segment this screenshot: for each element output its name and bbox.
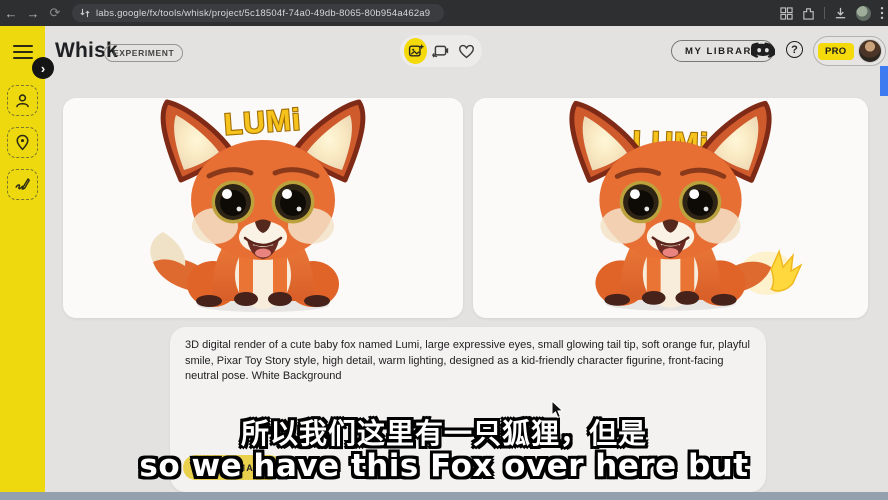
image-label-lumi: LUMi xyxy=(223,103,302,141)
user-avatar[interactable] xyxy=(858,39,882,63)
image-mode-button[interactable] xyxy=(404,38,427,64)
site-settings-icon[interactable] xyxy=(80,8,90,18)
bottom-strip xyxy=(0,492,888,500)
help-icon[interactable]: ? xyxy=(786,41,803,58)
generated-image-2[interactable]: LUMi xyxy=(473,98,868,318)
discord-icon[interactable] xyxy=(751,41,775,65)
sidebar-item-scene[interactable] xyxy=(7,127,38,158)
browser-menu-icon[interactable] xyxy=(880,6,884,20)
video-mode-button[interactable] xyxy=(429,38,452,64)
address-bar[interactable]: labs.google/fx/tools/whisk/project/5c185… xyxy=(72,4,444,22)
toolbar-divider xyxy=(824,7,825,19)
scrollbar-thumb[interactable] xyxy=(880,66,888,96)
location-scene-icon xyxy=(14,134,31,151)
sidebar-item-subject[interactable] xyxy=(7,85,38,116)
person-subject-icon xyxy=(14,92,31,109)
pro-badge: PRO xyxy=(818,43,854,60)
image-create-icon xyxy=(408,43,424,59)
downloads-icon[interactable] xyxy=(834,7,847,20)
experiment-badge: EXPERIMENT xyxy=(104,44,183,62)
browser-forward-icon[interactable]: → xyxy=(22,6,44,21)
generated-image-1[interactable]: LUMi xyxy=(63,98,463,318)
url-text[interactable]: labs.google/fx/tools/whisk/project/5c185… xyxy=(96,8,430,19)
account-pill[interactable]: PRO xyxy=(813,36,886,66)
browser-profile-avatar[interactable] xyxy=(856,6,871,21)
tab-groups-icon[interactable] xyxy=(780,7,793,20)
image-to-video-icon xyxy=(432,43,449,60)
browser-reload-icon[interactable]: ⟳ xyxy=(44,5,66,21)
subtitle-chinese: 所以我们这里有一只狐狸，但是 xyxy=(0,412,888,452)
sidebar-item-style[interactable] xyxy=(7,169,38,200)
browser-toolbar: ← → ⟳ labs.google/fx/tools/whisk/project… xyxy=(0,0,888,26)
favorites-mode-button[interactable] xyxy=(455,38,478,64)
subtitle-english: so we have this Fox over here but xyxy=(0,448,888,484)
sidebar-expand-button[interactable]: › xyxy=(32,57,54,79)
mode-toolbar xyxy=(399,34,483,68)
favorite-heart-icon xyxy=(458,43,475,60)
extensions-icon[interactable] xyxy=(802,7,815,20)
mouse-cursor xyxy=(551,400,564,419)
prompt-text[interactable]: 3D digital render of a cute baby fox nam… xyxy=(185,338,757,385)
style-pen-icon xyxy=(14,176,31,193)
browser-back-icon[interactable]: ← xyxy=(0,6,22,21)
menu-hamburger-icon[interactable] xyxy=(13,45,33,59)
whisk-app-window: ← → ⟳ labs.google/fx/tools/whisk/project… xyxy=(0,0,888,500)
